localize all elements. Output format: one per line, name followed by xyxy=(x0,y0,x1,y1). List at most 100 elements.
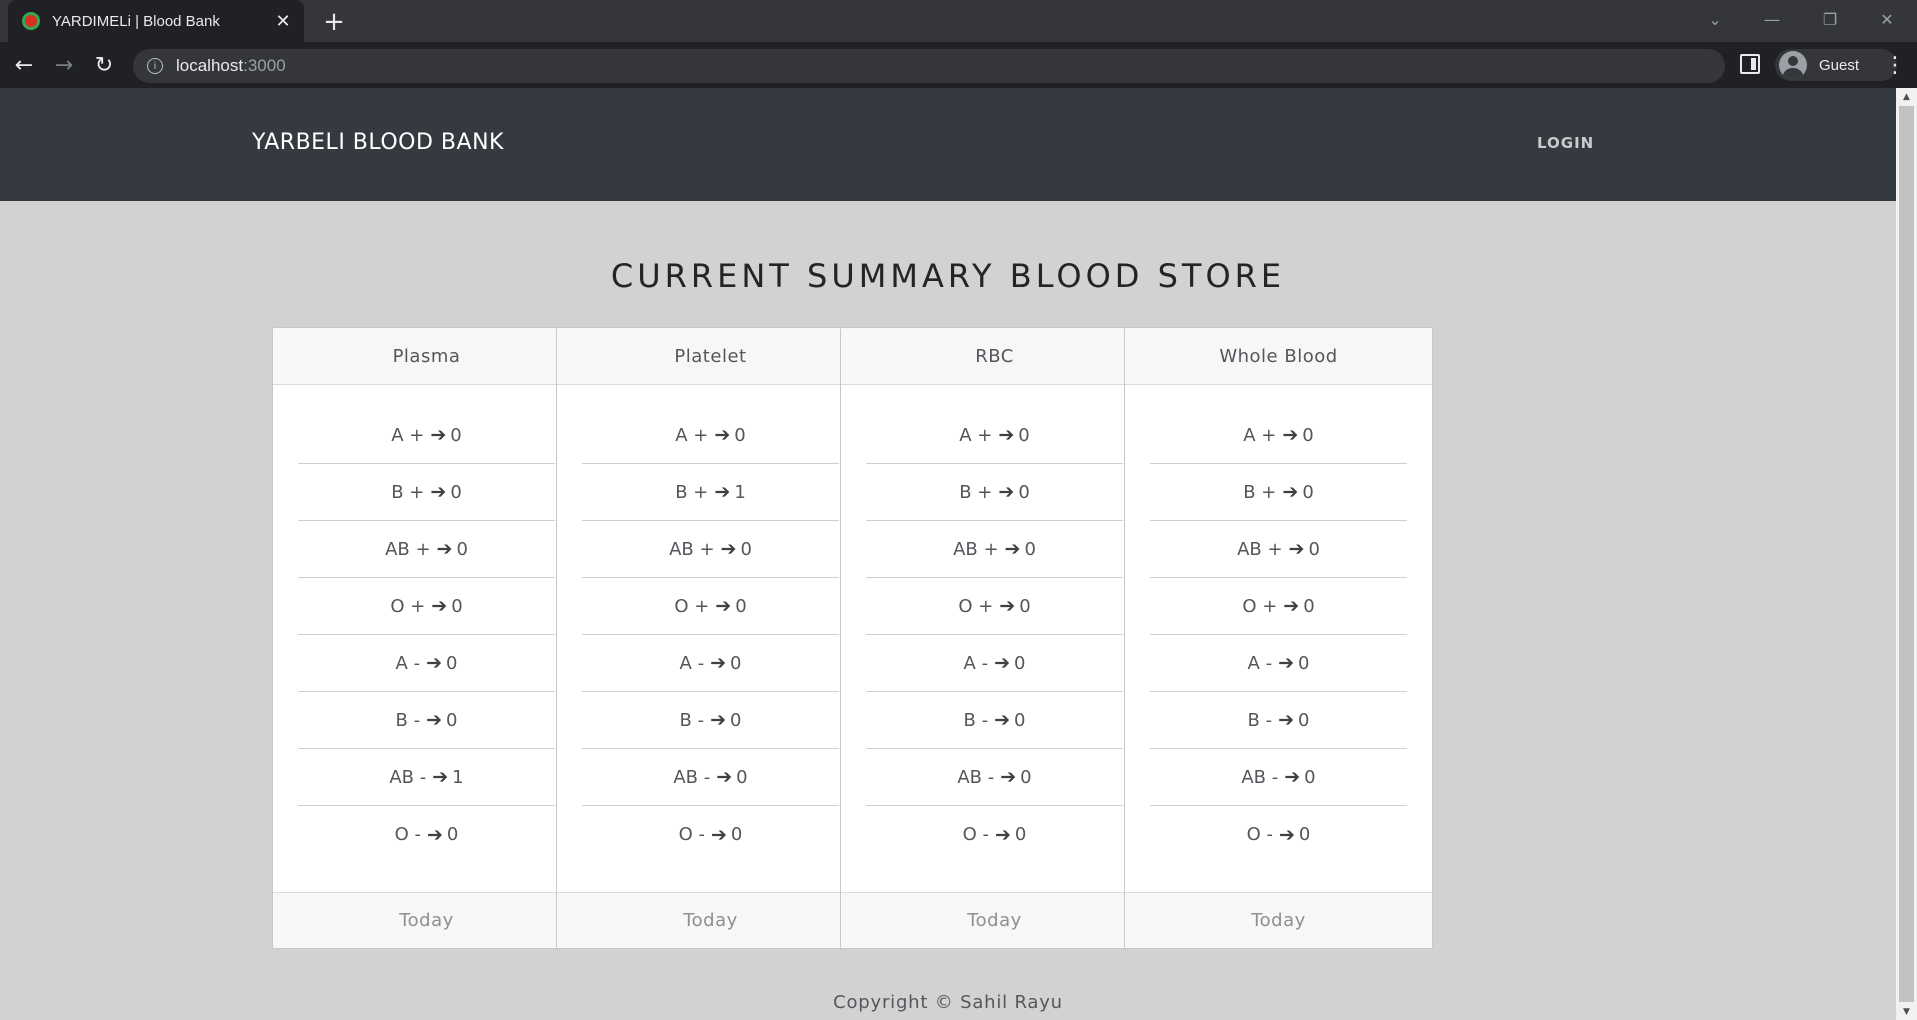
unit-count: 0 xyxy=(1303,595,1315,617)
blood-group-label: O - xyxy=(1246,824,1273,845)
restore-icon[interactable]: ❐ xyxy=(1803,0,1857,38)
unit-count: 0 xyxy=(446,709,458,731)
list-item: O - ➔ 0 xyxy=(582,806,839,863)
back-arrow-icon[interactable]: ← xyxy=(7,48,41,82)
scroll-up-icon[interactable]: ▲ xyxy=(1896,88,1917,105)
arrow-right-icon: ➔ xyxy=(430,424,447,446)
brand-logo-text[interactable]: YARBELI BLOOD BANK xyxy=(252,130,504,155)
arrow-right-icon: ➔ xyxy=(998,424,1015,446)
unit-count: 0 xyxy=(1308,538,1320,560)
arrow-right-icon: ➔ xyxy=(432,766,449,788)
blood-group-label: AB + xyxy=(1237,538,1283,560)
unit-count: 0 xyxy=(1304,766,1316,788)
blood-group-label: B + xyxy=(391,481,425,503)
card-footer: Today xyxy=(1125,892,1432,948)
new-tab-icon[interactable]: + xyxy=(318,6,350,38)
blood-group-label: O + xyxy=(958,595,994,617)
blood-group-label: AB + xyxy=(669,538,715,560)
arrow-right-icon: ➔ xyxy=(710,709,727,731)
unit-count: 0 xyxy=(450,424,462,446)
browser-tab-bar: YARDIMELi | Blood Bank ✕ + ⌄ — ❐ ✕ xyxy=(0,0,1917,42)
window-close-icon[interactable]: ✕ xyxy=(1860,0,1914,38)
list-item: B + ➔ 0 xyxy=(298,464,555,521)
site-info-icon[interactable]: i xyxy=(147,58,163,74)
arrow-right-icon: ➔ xyxy=(711,823,727,846)
unit-count: 0 xyxy=(1302,424,1314,446)
unit-count: 0 xyxy=(1024,538,1036,560)
browser-tab[interactable]: YARDIMELi | Blood Bank ✕ xyxy=(8,0,304,42)
unit-count: 0 xyxy=(456,538,468,560)
profile-button[interactable]: Guest xyxy=(1775,49,1897,81)
blood-store-cards: Plasma A + ➔ 0 B + ➔ 0 AB + ➔ 0 O + ➔ 0 A - ➔ 0 B - ➔ 0 AB … xyxy=(272,327,1622,949)
minimize-icon[interactable]: — xyxy=(1745,0,1799,38)
unit-count: 0 xyxy=(1018,481,1030,503)
arrow-right-icon: ➔ xyxy=(1278,709,1295,731)
list-item: A + ➔ 0 xyxy=(298,407,555,464)
arrow-right-icon: ➔ xyxy=(1278,652,1294,674)
arrow-right-icon: ➔ xyxy=(1279,823,1295,846)
list-item: B - ➔ 0 xyxy=(1150,692,1407,749)
tab-close-icon[interactable]: ✕ xyxy=(270,8,296,34)
side-panel-icon[interactable] xyxy=(1740,54,1760,74)
unit-count: 0 xyxy=(1298,824,1311,845)
unit-count: 0 xyxy=(446,824,459,845)
arrow-right-icon: ➔ xyxy=(436,538,453,560)
unit-count: 0 xyxy=(1019,595,1031,617)
list-item: B - ➔ 0 xyxy=(298,692,555,749)
unit-count: 1 xyxy=(734,481,746,503)
url-text: localhost:3000 xyxy=(176,56,286,76)
list-item: B + ➔ 1 xyxy=(582,464,839,521)
page-scrollbar[interactable]: ▲ ▼ xyxy=(1896,88,1917,1020)
list-item: O - ➔ 0 xyxy=(298,806,555,863)
forward-arrow-icon[interactable]: → xyxy=(47,48,81,82)
blood-group-label: O - xyxy=(962,824,989,845)
list-item: AB + ➔ 0 xyxy=(866,521,1123,578)
unit-count: 0 xyxy=(734,424,746,446)
reload-icon[interactable]: ↻ xyxy=(87,48,121,82)
card-header: Platelet xyxy=(557,328,864,385)
unit-count: 0 xyxy=(1018,424,1030,446)
arrow-right-icon: ➔ xyxy=(1004,538,1021,560)
list-item: AB - ➔ 0 xyxy=(866,749,1123,806)
blood-group-label: A - xyxy=(679,652,705,674)
profile-label: Guest xyxy=(1819,56,1860,74)
blood-group-label: A - xyxy=(1247,652,1273,674)
card-footer: Today xyxy=(557,892,864,948)
browser-menu-icon[interactable]: ⋮ xyxy=(1880,50,1910,80)
arrow-right-icon: ➔ xyxy=(999,595,1016,617)
blood-group-label: AB - xyxy=(389,766,427,788)
blood-group-label: B + xyxy=(959,481,993,503)
list-item: O + ➔ 0 xyxy=(1150,578,1407,635)
tab-search-chevron-icon[interactable]: ⌄ xyxy=(1688,0,1742,38)
card-whole-blood: Whole Blood A + ➔ 0 B + ➔ 0 AB + ➔ 0 O + ➔ 0 A - ➔ 0 B -… xyxy=(1124,327,1433,949)
unit-count: 0 xyxy=(1298,652,1310,674)
arrow-right-icon: ➔ xyxy=(1000,766,1017,788)
unit-count: 0 xyxy=(446,652,458,674)
blood-group-label: B - xyxy=(395,709,421,731)
arrow-right-icon: ➔ xyxy=(714,424,731,446)
favicon-icon xyxy=(22,12,40,30)
card-platelet: Platelet A + ➔ 0 B + ➔ 1 AB + ➔ 0 O + ➔ 0 A - ➔ 0 B - ➔ 0 A… xyxy=(556,327,865,949)
list-item: A + ➔ 0 xyxy=(866,407,1123,464)
list-item: A + ➔ 0 xyxy=(582,407,839,464)
card-plasma: Plasma A + ➔ 0 B + ➔ 0 AB + ➔ 0 O + ➔ 0 A - ➔ 0 B - ➔ 0 AB … xyxy=(272,327,581,949)
unit-count: 0 xyxy=(451,595,463,617)
unit-count: 0 xyxy=(740,538,752,560)
unit-count: 0 xyxy=(1014,824,1027,845)
blood-group-label: A - xyxy=(963,652,989,674)
arrow-right-icon: ➔ xyxy=(426,652,442,674)
arrow-right-icon: ➔ xyxy=(1284,766,1301,788)
login-link[interactable]: LOGIN xyxy=(1537,134,1594,152)
blood-group-label: B - xyxy=(679,709,705,731)
address-bar[interactable]: i localhost:3000 xyxy=(133,49,1725,83)
scroll-down-icon[interactable]: ▼ xyxy=(1896,1003,1917,1020)
blood-group-label: AB - xyxy=(1241,766,1279,788)
list-item: B - ➔ 0 xyxy=(582,692,839,749)
arrow-right-icon: ➔ xyxy=(426,709,443,731)
copyright-footer: Copyright © Sahil Rayu xyxy=(833,992,1063,1013)
scroll-thumb[interactable] xyxy=(1899,106,1914,1002)
avatar-icon xyxy=(1779,51,1807,79)
blood-group-label: O - xyxy=(394,824,421,845)
arrow-right-icon: ➔ xyxy=(431,595,448,617)
arrow-right-icon: ➔ xyxy=(714,481,731,503)
